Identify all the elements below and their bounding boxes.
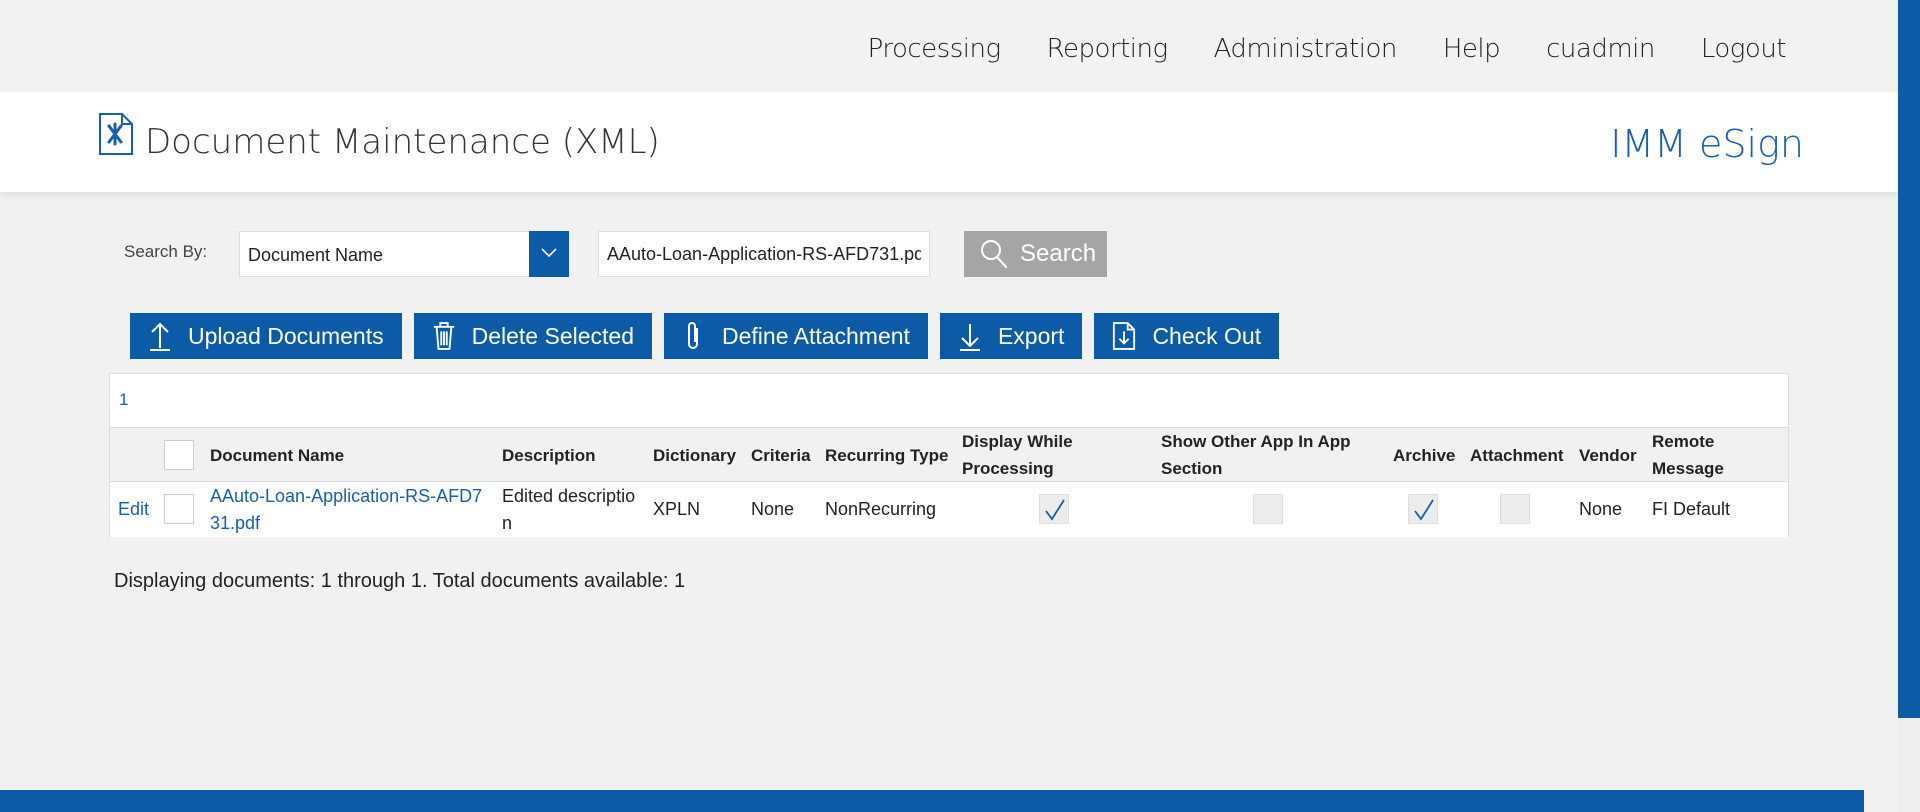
- pager-page-link[interactable]: 1: [119, 390, 128, 410]
- search-button-label: Search: [1020, 240, 1097, 267]
- paperclip-icon: [682, 320, 706, 352]
- documents-grid: 1 Document Name Description Dictionary C…: [109, 373, 1789, 537]
- page-title: Document Maintenance (XML): [145, 122, 660, 162]
- define-attachment-label: Define Attachment: [722, 322, 910, 349]
- footer-bar: [0, 790, 1864, 812]
- col-display-while-line1: Display While: [962, 432, 1073, 451]
- checkmark-icon: [1045, 499, 1065, 521]
- nav-item-user[interactable]: cuadmin: [1546, 34, 1655, 64]
- col-attachment[interactable]: Attachment: [1470, 442, 1564, 469]
- results-summary: Displaying documents: 1 through 1. Total…: [114, 570, 686, 592]
- select-all-checkbox[interactable]: [164, 440, 194, 470]
- document-name-line1: AAuto-Loan-Application-RS-AFD7: [210, 486, 483, 506]
- col-vendor[interactable]: Vendor: [1579, 442, 1637, 469]
- col-remote-line2: Message: [1652, 459, 1724, 478]
- trash-icon: [432, 320, 456, 352]
- attachment-checkbox: [1500, 494, 1530, 524]
- export-button[interactable]: Export: [939, 313, 1083, 359]
- document-tools-icon: [99, 113, 133, 155]
- recurring-type-cell: NonRecurring: [825, 499, 937, 519]
- vendor-cell: None: [1579, 499, 1623, 519]
- col-show-other-app[interactable]: Show Other App In App Section: [1161, 428, 1351, 482]
- export-label: Export: [997, 322, 1065, 349]
- scrollbar-thumb[interactable]: [1898, 0, 1920, 718]
- select-dropdown-button[interactable]: [529, 231, 569, 277]
- upload-documents-label: Upload Documents: [188, 322, 384, 349]
- edit-link[interactable]: Edit: [118, 496, 149, 523]
- top-nav-menu: Processing Reporting Administration Help…: [822, 34, 1787, 64]
- search-by-select[interactable]: Document Name: [239, 231, 569, 277]
- archive-checkbox: [1408, 494, 1438, 524]
- define-attachment-button[interactable]: Define Attachment: [664, 313, 928, 359]
- remote-message-cell: FI Default: [1652, 499, 1731, 519]
- col-description[interactable]: Description: [502, 442, 596, 469]
- delete-selected-label: Delete Selected: [471, 322, 634, 349]
- table-row: Edit AAuto-Loan-Application-RS-AFD7 31.p…: [110, 483, 1788, 537]
- checkmark-icon: [1414, 499, 1434, 521]
- nav-item-logout[interactable]: Logout: [1701, 34, 1787, 64]
- brand-name: IMM eSign: [1610, 122, 1804, 166]
- search-button[interactable]: Search: [964, 231, 1107, 277]
- description-line1: Edited descriptio: [502, 486, 636, 506]
- col-dictionary[interactable]: Dictionary: [653, 442, 736, 469]
- col-remote-line1: Remote: [1652, 432, 1715, 451]
- delete-selected-button[interactable]: Delete Selected: [413, 313, 652, 359]
- chevron-down-icon: [541, 248, 557, 258]
- row-select-checkbox[interactable]: [164, 494, 194, 524]
- nav-item-help[interactable]: Help: [1443, 34, 1501, 64]
- search-icon: [981, 240, 1008, 269]
- col-display-while-line2: Processing: [962, 459, 1054, 478]
- col-remote-message[interactable]: Remote Message: [1652, 428, 1724, 482]
- search-input[interactable]: [598, 231, 930, 277]
- download-icon: [958, 320, 982, 352]
- col-display-while-processing[interactable]: Display While Processing: [962, 428, 1073, 482]
- document-name-link[interactable]: AAuto-Loan-Application-RS-AFD7 31.pdf: [210, 483, 482, 537]
- col-archive[interactable]: Archive: [1393, 442, 1455, 469]
- nav-item-processing[interactable]: Processing: [868, 34, 1001, 64]
- upload-icon: [148, 320, 172, 352]
- nav-item-reporting[interactable]: Reporting: [1047, 34, 1169, 64]
- dictionary-cell: XPLN: [653, 499, 701, 519]
- criteria-cell: None: [751, 499, 795, 519]
- col-criteria[interactable]: Criteria: [751, 442, 811, 469]
- check-out-label: Check Out: [1152, 322, 1262, 349]
- col-show-other-line1: Show Other App In App: [1161, 432, 1351, 451]
- display-while-processing-checkbox: [1039, 494, 1069, 524]
- description-line2: n: [502, 513, 513, 533]
- col-recurring-type[interactable]: Recurring Type: [825, 442, 948, 469]
- col-document-name[interactable]: Document Name: [210, 442, 344, 469]
- check-out-button[interactable]: Check Out: [1094, 313, 1280, 359]
- action-toolbar: Upload Documents Delete Selected Define …: [130, 313, 1280, 359]
- search-by-value: Document Name: [248, 245, 384, 265]
- document-download-icon: [1112, 320, 1136, 352]
- col-show-other-line2: Section: [1161, 459, 1223, 478]
- document-name-line2: 31.pdf: [210, 513, 261, 533]
- upload-documents-button[interactable]: Upload Documents: [130, 313, 402, 359]
- grid-header-row: Document Name Description Dictionary Cri…: [110, 427, 1788, 482]
- search-by-label: Search By:: [124, 242, 208, 261]
- description-cell: Edited descriptio n: [502, 483, 635, 537]
- top-nav: Processing Reporting Administration Help…: [0, 0, 1898, 92]
- page-header: Document Maintenance (XML) IMM eSign: [0, 92, 1898, 192]
- nav-item-administration[interactable]: Administration: [1214, 34, 1398, 64]
- show-other-app-checkbox: [1253, 494, 1283, 524]
